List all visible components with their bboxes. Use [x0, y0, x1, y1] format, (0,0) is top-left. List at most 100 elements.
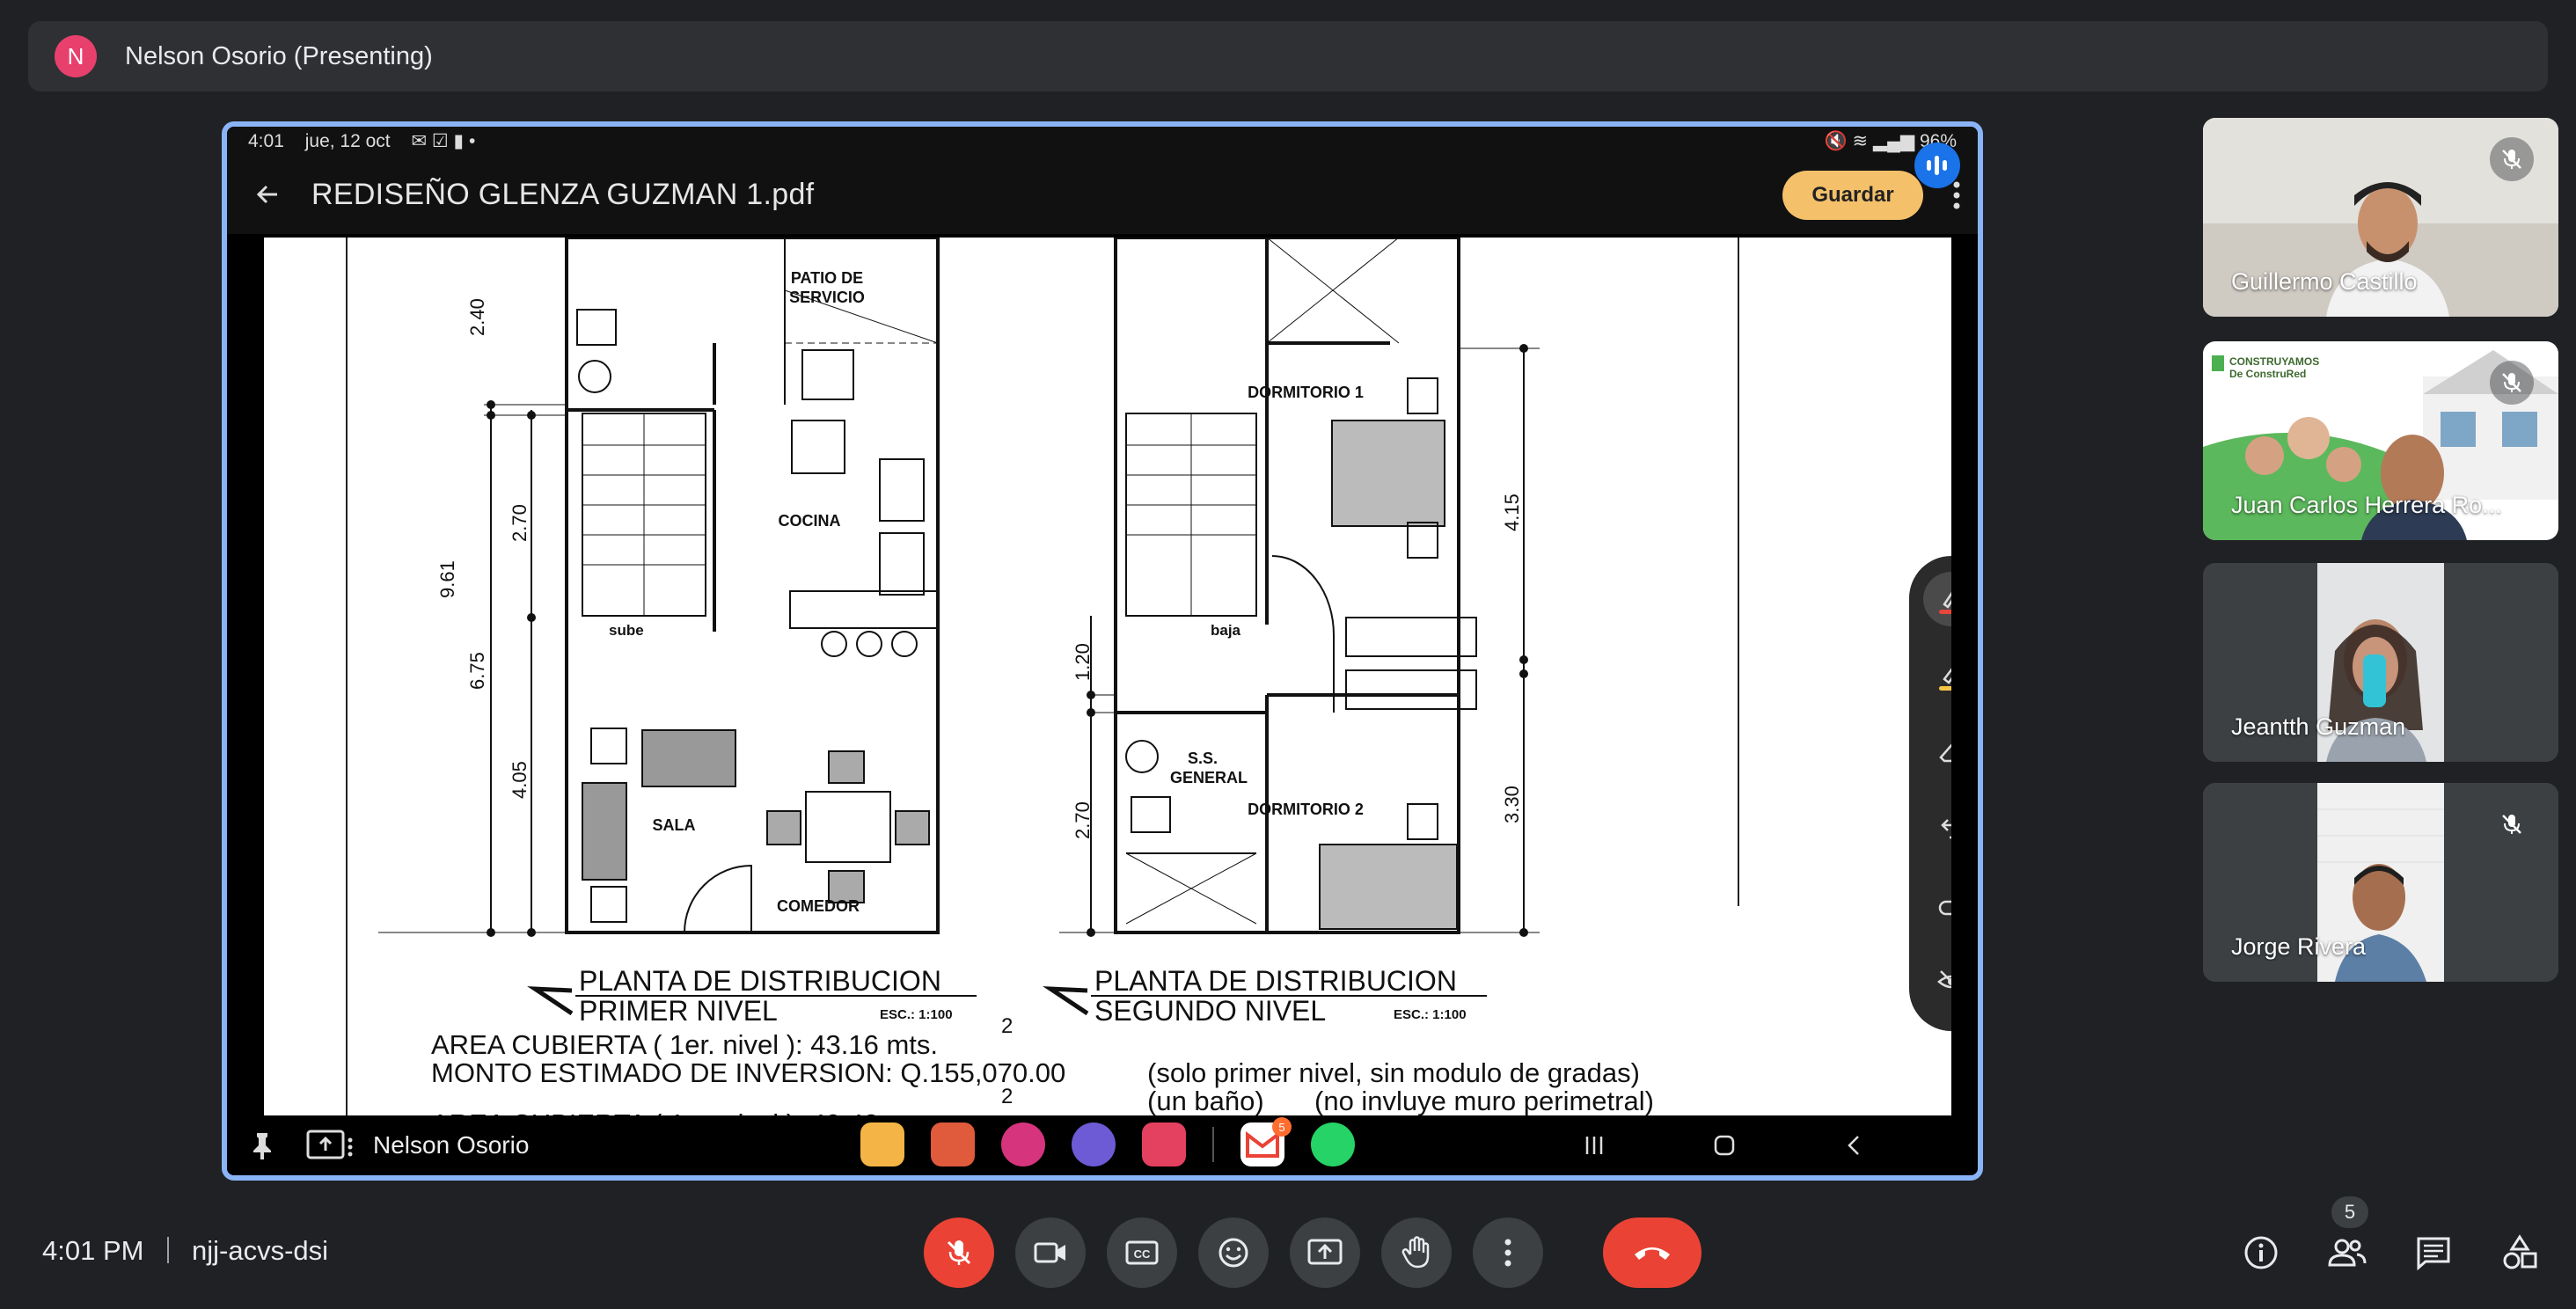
room-label: PATIO DE [791, 269, 863, 287]
room-label: COCINA [779, 512, 841, 530]
mic-toggle-button[interactable] [924, 1218, 994, 1288]
dimension-label: 3.30 [1501, 786, 1523, 823]
company-logo-line: De ConstruRed [2229, 368, 2307, 380]
plan-scale-1: ESC.: 1:100 [880, 1007, 953, 1022]
floor-plan: PATIO DE SERVICIO COCINA sube SALA COMED… [346, 238, 1739, 1121]
screen-share-icon[interactable] [304, 1128, 357, 1163]
status-time: 4:01 [248, 130, 284, 151]
browser-app-icon[interactable] [1072, 1123, 1116, 1166]
pin-icon[interactable] [246, 1130, 278, 1161]
meet-window: N Nelson Osorio (Presenting) 4:01 jue, 1… [0, 0, 2576, 1309]
leave-call-button[interactable] [1603, 1218, 1701, 1288]
back-icon[interactable] [1837, 1128, 1872, 1163]
room-label: GENERAL [1170, 769, 1248, 786]
redo-icon[interactable] [1923, 878, 1951, 932]
mic-off-icon [947, 1240, 971, 1265]
emoji-icon [1218, 1238, 1248, 1268]
whatsapp-app-icon[interactable] [1311, 1123, 1355, 1166]
pdf-app-bar: REDISEÑO GLENZA GUZMAN 1.pdf Guardar [227, 155, 1978, 234]
presenter-bar[interactable]: N Nelson Osorio (Presenting) [28, 21, 2548, 91]
chat-button[interactable] [2398, 1218, 2469, 1288]
reactions-button[interactable] [1198, 1218, 1269, 1288]
people-button[interactable]: 5 [2312, 1196, 2382, 1288]
investment-note: (no invluye muro perimetral) [1314, 1086, 1654, 1116]
investment-line: MONTO ESTIMADO DE INVERSION: Q.155,070.0… [431, 1057, 1065, 1088]
info-icon [2244, 1236, 2278, 1269]
more-vert-icon [1504, 1239, 1511, 1267]
audio-level-icon [1914, 143, 1960, 188]
plan-subtitle-2: SEGUNDO NIVEL [1094, 995, 1326, 1027]
mic-off-icon [2490, 137, 2534, 181]
participant-tile[interactable]: Guillermo Castillo [2203, 118, 2558, 317]
plan-title-1: PLANTA DE DISTRIBUCION [579, 965, 941, 997]
dimension-label: 1.20 [1072, 643, 1094, 681]
camera-toggle-button[interactable] [1015, 1218, 1086, 1288]
meeting-clock: 4:01 PM [42, 1235, 144, 1266]
dock-separator [1212, 1127, 1214, 1162]
system-nav [1482, 1128, 1872, 1163]
save-button[interactable]: Guardar [1782, 171, 1923, 220]
presenter-label: Nelson Osorio (Presenting) [125, 41, 433, 70]
participant-tile[interactable]: CONSTRUYAMOS De ConstruRed Juan Carlos H… [2203, 341, 2558, 540]
raise-hand-button[interactable] [1381, 1218, 1452, 1288]
gallery-app-icon[interactable] [1001, 1123, 1045, 1166]
shared-screen: 4:01 jue, 12 oct ✉ ☑ ▮ • 🔇 ≋ ▂▄▆ 96% RED… [222, 121, 1983, 1181]
pen-icon[interactable] [1923, 572, 1951, 626]
plan-subtitle-1: PRIMER NIVEL [579, 995, 778, 1027]
meeting-details-button[interactable] [2226, 1218, 2296, 1288]
annotation-toolbar [1909, 556, 1951, 1031]
room-label: SERVICIO [789, 289, 865, 306]
area-unit-sup: 2 [1001, 1085, 1013, 1108]
room-label: sube [609, 622, 644, 639]
eraser-icon[interactable] [1923, 725, 1951, 779]
participant-tile[interactable]: Jeantth Guzman [2203, 563, 2558, 762]
recents-icon[interactable] [1577, 1128, 1612, 1163]
video-camera-icon [1034, 1242, 1065, 1263]
activities-button[interactable] [2485, 1218, 2555, 1288]
hang-up-icon [1635, 1247, 1670, 1260]
participant-tile[interactable]: Jorge Rivera [2203, 783, 2558, 982]
captions-button[interactable]: CC [1107, 1218, 1177, 1288]
camera-app-icon[interactable] [1142, 1123, 1186, 1166]
hide-annotations-icon[interactable] [1923, 954, 1951, 1009]
present-screen-icon [1307, 1239, 1343, 1265]
notes-app-icon[interactable] [931, 1123, 975, 1166]
nav-presenter-name: Nelson Osorio [373, 1131, 530, 1159]
highlighter-icon[interactable] [1923, 648, 1951, 703]
activities-icon [2503, 1234, 2537, 1269]
pdf-page[interactable]: PATIO DE SERVICIO COCINA sube SALA COMED… [264, 238, 1951, 1121]
room-label: DORMITORIO 2 [1248, 801, 1364, 818]
status-date: jue, 12 oct [304, 130, 391, 151]
plan-level-2 [1059, 238, 1540, 934]
files-app-icon[interactable] [860, 1123, 904, 1166]
app-dock: 5 [860, 1117, 1381, 1166]
participant-name: Juan Carlos Herrera Ro... [2231, 492, 2502, 518]
gmail-app-icon[interactable]: 5 [1240, 1117, 1292, 1166]
closed-captions-icon: CC [1125, 1240, 1159, 1265]
home-icon[interactable] [1707, 1128, 1742, 1163]
signal-icons: 🔇 ≋ ▂▄▆ [1824, 130, 1920, 151]
dimension-label: 2.70 [1072, 801, 1094, 839]
mic-off-icon [2490, 361, 2534, 405]
back-arrow-icon[interactable] [250, 177, 285, 212]
present-button[interactable] [1290, 1218, 1360, 1288]
participant-name: Jeantth Guzman [2231, 713, 2406, 740]
participant-name: Jorge Rivera [2231, 933, 2367, 960]
chat-icon [2417, 1237, 2450, 1270]
dimension-label: 6.75 [466, 652, 488, 690]
more-options-button[interactable] [1473, 1218, 1543, 1288]
people-icon [2328, 1239, 2367, 1267]
phone-status-bar: 4:01 jue, 12 oct ✉ ☑ ▮ • 🔇 ≋ ▂▄▆ 96% [227, 127, 1978, 155]
call-controls: CC [924, 1218, 1723, 1288]
dimension-label: 9.61 [436, 560, 458, 598]
room-label: baja [1211, 622, 1241, 639]
undo-icon[interactable] [1923, 801, 1951, 856]
plan-scale-2: ESC.: 1:100 [1394, 1007, 1467, 1022]
phone-nav-bar: Nelson Osorio 5 [227, 1115, 1978, 1175]
notification-icons: ✉ ☑ ▮ • [411, 130, 476, 151]
meeting-code: njj-acvs-dsi [192, 1235, 329, 1266]
dimension-label: 2.40 [466, 298, 488, 336]
mic-off-icon [2490, 802, 2534, 846]
investment-note: (solo primer nivel, sin modulo de gradas… [1147, 1057, 1640, 1088]
company-logo: CONSTRUYAMOS De ConstruRed [2229, 355, 2319, 380]
